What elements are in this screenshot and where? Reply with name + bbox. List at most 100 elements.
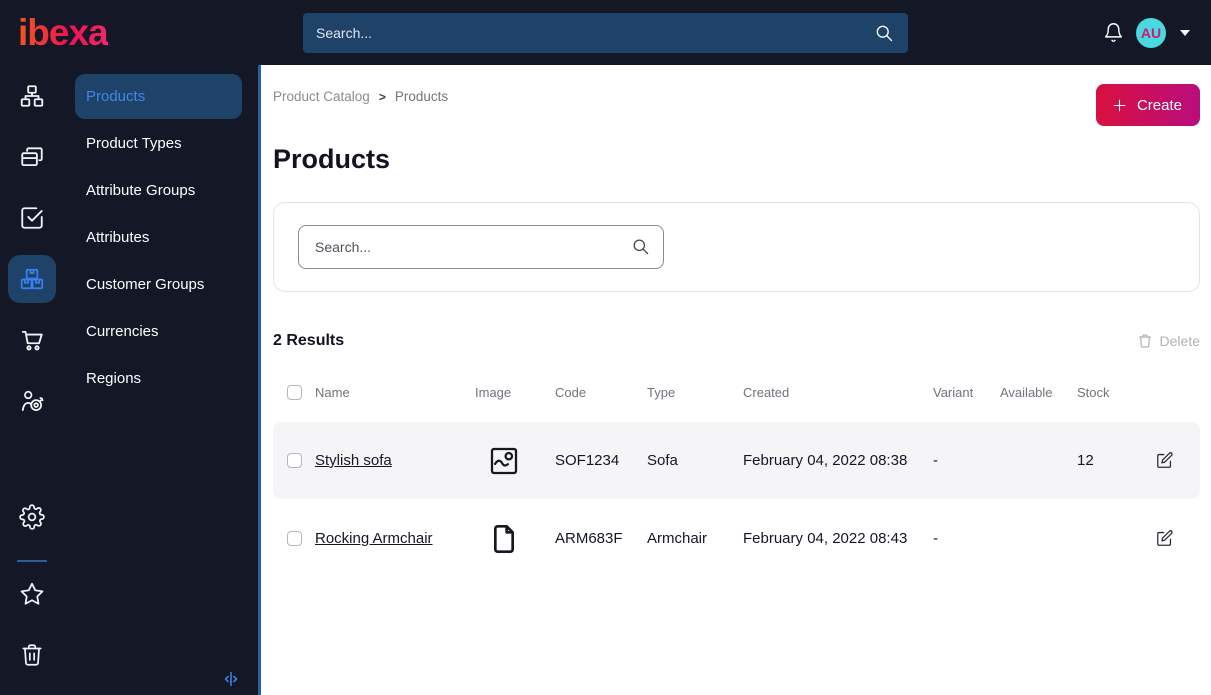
- rail-item-tasks[interactable]: [8, 194, 56, 242]
- create-button-label: Create: [1136, 96, 1182, 114]
- user-avatar[interactable]: AU: [1136, 17, 1166, 48]
- product-name-link[interactable]: Rocking Armchair: [315, 530, 433, 547]
- topbar-right-group: AU: [1103, 17, 1190, 48]
- rail-item-pages[interactable]: [8, 133, 56, 181]
- rail-item-bookmarks[interactable]: [8, 570, 56, 618]
- column-header-name: Name: [315, 384, 350, 400]
- table-row: Rocking Armchair ARM683F Armchair Februa…: [273, 501, 1200, 576]
- product-variant: -: [933, 452, 938, 469]
- product-type: Armchair: [647, 530, 708, 547]
- sidebar-item-attributes[interactable]: Attributes: [75, 215, 242, 260]
- notifications-bell-icon[interactable]: [1103, 22, 1124, 43]
- product-code: ARM683F: [555, 530, 623, 547]
- file-icon: [487, 521, 521, 557]
- product-boxes-icon: [20, 268, 43, 290]
- column-header-stock: Stock: [1077, 384, 1110, 400]
- top-bar: ibexa AU: [0, 0, 1211, 65]
- product-name-link[interactable]: Stylish sofa: [315, 452, 392, 469]
- edit-icon: [1156, 529, 1173, 546]
- sidebar-item-label: Regions: [86, 370, 142, 387]
- sidebar-item-product-types[interactable]: Product Types: [75, 121, 242, 166]
- rail-item-product-catalog[interactable]: [7, 255, 56, 303]
- filter-search-input[interactable]: [298, 225, 664, 269]
- checkbox-check-icon: [20, 207, 43, 229]
- row-checkbox[interactable]: [287, 453, 302, 468]
- star-icon: [20, 582, 43, 605]
- product-type: Sofa: [647, 452, 678, 469]
- rail-divider: [16, 560, 47, 562]
- column-header-created: Created: [743, 384, 790, 400]
- main-content: Product Catalog > Products Create Produc…: [261, 65, 1211, 695]
- edit-button[interactable]: [1154, 529, 1174, 549]
- results-count: 2 Results: [273, 332, 345, 349]
- rail-bottom-group: [8, 493, 56, 692]
- column-header-type: Type: [647, 384, 676, 400]
- sidebar-item-label: Customer Groups: [86, 276, 205, 293]
- row-checkbox[interactable]: [287, 531, 302, 546]
- global-search: [303, 12, 908, 53]
- create-button[interactable]: Create: [1095, 84, 1200, 126]
- breadcrumb-row: Product Catalog > Products Create: [273, 84, 1200, 126]
- sidebar-menu: Products Product Types Attribute Groups …: [63, 65, 261, 695]
- body-row: Products Product Types Attribute Groups …: [0, 65, 1211, 695]
- breadcrumb: Product Catalog > Products: [273, 86, 448, 104]
- column-header-available: Available: [1000, 384, 1053, 400]
- rail-item-sitemap[interactable]: [8, 72, 56, 120]
- delete-button-label: Delete: [1159, 333, 1200, 349]
- gear-icon: [18, 504, 45, 530]
- page-title: Products: [273, 144, 391, 174]
- sidebar-item-label: Attribute Groups: [86, 182, 196, 199]
- breadcrumb-product-catalog[interactable]: Product Catalog: [273, 89, 370, 104]
- sidebar-item-label: Currencies: [86, 323, 159, 340]
- search-icon[interactable]: [631, 237, 650, 256]
- rail-item-settings[interactable]: [8, 493, 56, 541]
- sidebar-collapse-icon[interactable]: [221, 669, 241, 689]
- search-icon[interactable]: [874, 23, 894, 43]
- product-variant: -: [933, 530, 938, 547]
- product-stock: 12: [1077, 452, 1094, 469]
- plus-icon: [1113, 99, 1126, 111]
- product-created: February 04, 2022 08:38: [743, 452, 908, 469]
- sidebar-item-label: Products: [86, 88, 146, 105]
- sidebar-item-attribute-groups[interactable]: Attribute Groups: [75, 168, 242, 213]
- logo-area: ibexa: [18, 14, 303, 51]
- user-menu-caret-icon[interactable]: [1180, 29, 1190, 36]
- product-created: February 04, 2022 08:43: [743, 530, 908, 547]
- app-window: ibexa AU: [0, 0, 1211, 695]
- trash-icon: [1138, 334, 1151, 348]
- edit-icon: [1156, 451, 1173, 468]
- table-header: Name Image Code Type Created Variant Ava…: [273, 380, 1200, 404]
- rail-item-commerce[interactable]: [8, 316, 56, 364]
- global-search-input[interactable]: [303, 24, 908, 41]
- sidebar-item-currencies[interactable]: Currencies: [75, 309, 242, 354]
- rail-item-trash[interactable]: [8, 631, 56, 679]
- breadcrumb-separator: >: [378, 89, 386, 104]
- ibexa-logo[interactable]: ibexa: [18, 14, 109, 51]
- pages-icon: [20, 147, 43, 167]
- products-table: Name Image Code Type Created Variant Ava…: [273, 380, 1200, 576]
- sidebar-item-customer-groups[interactable]: Customer Groups: [75, 262, 242, 307]
- column-header-variant: Variant: [933, 384, 974, 400]
- edit-button[interactable]: [1154, 451, 1174, 471]
- select-all-checkbox[interactable]: [287, 384, 302, 400]
- column-header-code: Code: [555, 384, 587, 400]
- cart-icon: [21, 330, 43, 351]
- customer-target-icon: [21, 390, 43, 412]
- table-row: Stylish sofa SOF1234 Sofa February 04, 2…: [273, 422, 1200, 499]
- sidebar-item-label: Attributes: [86, 229, 150, 246]
- delete-button[interactable]: Delete: [1137, 333, 1200, 349]
- product-code: SOF1234: [555, 452, 620, 469]
- sidebar-item-label: Product Types: [86, 135, 182, 152]
- filter-card: [273, 202, 1200, 292]
- results-row: 2 Results Delete: [273, 332, 1200, 350]
- sitemap-icon: [20, 85, 43, 107]
- trash-icon: [21, 644, 42, 666]
- icon-rail: [0, 65, 63, 695]
- column-header-image: Image: [475, 384, 512, 400]
- filter-search: [298, 225, 664, 269]
- image-icon: [487, 443, 521, 479]
- sidebar-item-products[interactable]: Products: [75, 74, 242, 119]
- rail-item-customers[interactable]: [8, 377, 56, 425]
- sidebar-item-regions[interactable]: Regions: [75, 356, 242, 401]
- breadcrumb-products: Products: [394, 89, 449, 104]
